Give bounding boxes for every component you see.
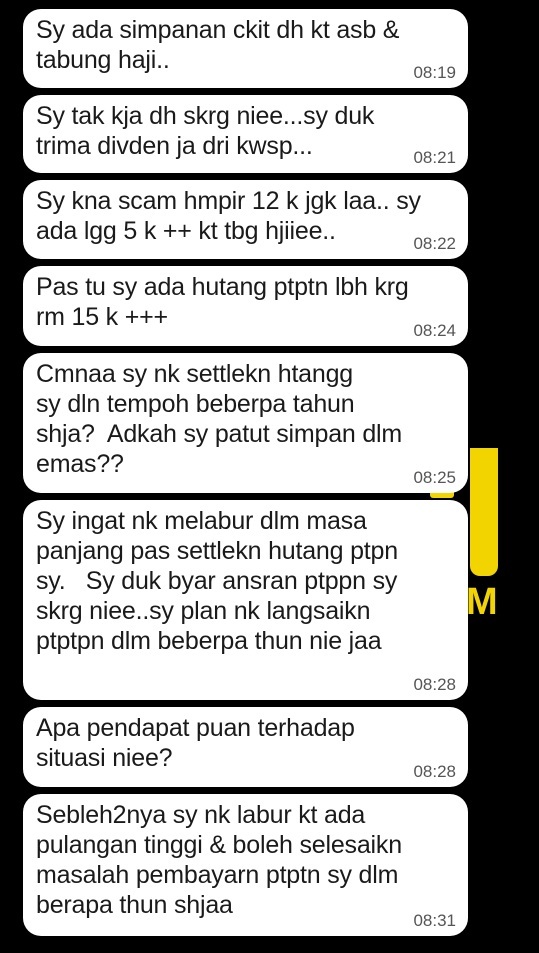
message-timestamp: 08:21	[413, 148, 456, 167]
message-text: Pas tu sy ada hutang ptptn lbh krg rm 15…	[36, 273, 409, 331]
message-timestamp: 08:22	[413, 234, 456, 253]
message-bubble[interactable]: Sy tak kja dh skrg niee...sy duk trima d…	[23, 95, 468, 173]
message-timestamp: 08:31	[413, 911, 456, 930]
message-timestamp: 08:24	[413, 321, 456, 340]
message-timestamp: 08:28	[413, 762, 456, 781]
message-text: Sebleh2nya sy nk labur kt ada pulangan t…	[36, 801, 402, 919]
message-text: Cmnaa sy nk settlekn htangg sy dln tempo…	[36, 360, 403, 478]
message-bubble[interactable]: Sy kna scam hmpir 12 k jgk laa.. sy ada …	[23, 180, 468, 259]
wallpaper-letter: M	[466, 581, 498, 623]
message-timestamp: 08:25	[413, 468, 456, 487]
message-text: Sy ada simpanan ckit dh kt asb & tabung …	[36, 16, 400, 74]
message-bubble[interactable]: Sebleh2nya sy nk labur kt ada pulangan t…	[23, 794, 468, 936]
message-text: Sy kna scam hmpir 12 k jgk laa.. sy ada …	[36, 187, 421, 245]
message-timestamp: 08:19	[413, 63, 456, 82]
message-bubble[interactable]: Cmnaa sy nk settlekn htangg sy dln tempo…	[23, 353, 468, 493]
wallpaper-shape	[470, 448, 498, 576]
message-bubble[interactable]: Sy ada simpanan ckit dh kt asb & tabung …	[23, 9, 468, 88]
message-text: Sy ingat nk melabur dlm masa panjang pas…	[36, 507, 398, 655]
message-bubble[interactable]: Sy ingat nk melabur dlm masa panjang pas…	[23, 500, 468, 700]
message-list[interactable]: Sy ada simpanan ckit dh kt asb & tabung …	[23, 9, 468, 943]
message-bubble[interactable]: Apa pendapat puan terhadap situasi niee?…	[23, 707, 468, 787]
message-timestamp: 08:28	[413, 675, 456, 694]
message-text: Sy tak kja dh skrg niee...sy duk trima d…	[36, 102, 375, 160]
message-text: Apa pendapat puan terhadap situasi niee?	[36, 714, 355, 772]
message-bubble[interactable]: Pas tu sy ada hutang ptptn lbh krg rm 15…	[23, 266, 468, 346]
